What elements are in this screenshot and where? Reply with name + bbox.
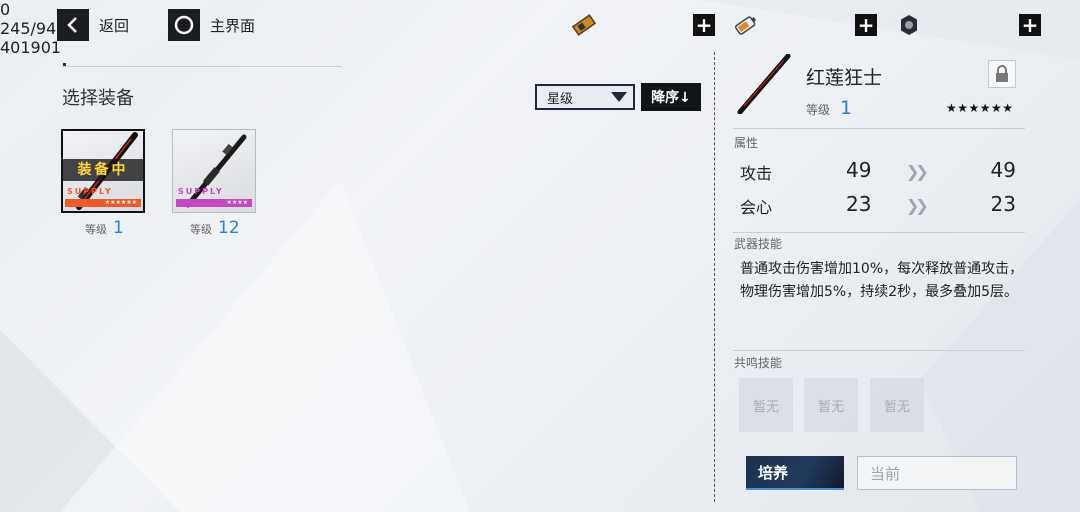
stat-name: 攻击: [740, 164, 773, 183]
lock-button[interactable]: [988, 60, 1016, 88]
weapon-level-label: 等级: [806, 103, 831, 117]
stat-next: 49: [990, 158, 1016, 182]
weapon-skill-description: 普通攻击伤害增加10%，每次释放普通攻击，物理伤害增加5%，持续2秒，最多叠加5…: [740, 261, 1024, 300]
card-level-label: 等级: [85, 223, 107, 236]
resource-coin: 401901 +: [0, 14, 1080, 57]
add-coin-button[interactable]: +: [1019, 14, 1041, 36]
supply-label: SUPPLY: [178, 187, 224, 196]
stat-next: 23: [990, 192, 1016, 216]
weapon-skill-header: 武器技能: [734, 237, 783, 251]
divider: [733, 128, 1025, 129]
equipped-badge: 装备中: [63, 159, 143, 181]
gear-coin-icon: [901, 15, 917, 35]
attributes-header: 属性: [734, 136, 759, 150]
rarity-stars: ★★★★: [176, 199, 252, 207]
equipment-card[interactable]: SUPPLY ★★★★: [172, 129, 256, 213]
equipment-card[interactable]: 装备中 SUPPLY ★★★★★★: [61, 129, 145, 213]
stat-current: 49: [846, 158, 872, 182]
weapon-portrait-icon: [737, 54, 791, 114]
weapon-name: 红莲狂士: [806, 67, 883, 89]
top-bar: 返回 主界面 0 + 245/94 + 401901 +: [0, 0, 1080, 57]
home-button[interactable]: 主界面: [168, 9, 255, 41]
dropdown-triangle-icon: [611, 92, 627, 102]
sort-order-button[interactable]: 降序↓: [641, 83, 701, 111]
resource-battery-value: 245/94: [0, 19, 57, 38]
double-chevron-icon: ❯❯: [906, 196, 929, 215]
lock-icon: [996, 65, 1008, 82]
weapon-level: 等级 1: [806, 97, 852, 119]
stat-current: 23: [846, 192, 872, 216]
double-chevron-icon: ❯❯: [906, 162, 929, 181]
back-arrow-icon: [57, 9, 89, 41]
resonance-slot: 暂无: [870, 378, 924, 432]
card-level-value: 1: [113, 218, 124, 238]
card-level: 等级 12: [190, 218, 240, 238]
home-circle-icon: [168, 9, 200, 41]
ticket-icon: [571, 14, 597, 36]
sort-select[interactable]: 星级: [535, 84, 635, 110]
resonance-slot: 暂无: [804, 378, 858, 432]
stat-row: 会心 23 ❯❯ 23: [740, 192, 1020, 220]
current-field: 当前: [857, 456, 1017, 490]
resource-coin-value: 401901: [0, 38, 62, 57]
stat-name: 会心: [740, 198, 773, 217]
resonance-skill-header: 共鸣技能: [734, 356, 783, 370]
weapon-stars: ★★★★★★: [946, 101, 1014, 115]
divider: [733, 350, 1025, 351]
card-level-value: 12: [218, 218, 240, 238]
back-button[interactable]: 返回: [57, 9, 129, 41]
resonance-slot: 暂无: [739, 378, 793, 432]
stat-row: 攻击 49 ❯❯ 49: [740, 158, 1020, 186]
sort-select-value: 星级: [547, 91, 574, 107]
weapon-level-value: 1: [840, 97, 853, 119]
add-ticket-button[interactable]: +: [693, 14, 715, 36]
battery-icon: [734, 16, 757, 35]
resource-ticket-value: 0: [0, 0, 11, 19]
card-level-label: 等级: [190, 223, 212, 236]
divider: [733, 232, 1025, 233]
add-battery-button[interactable]: +: [855, 14, 877, 36]
rarity-stars: ★★★★★★: [65, 199, 141, 207]
select-equipment-title: 选择装备: [62, 88, 134, 109]
background-decoration: [0, 0, 1080, 512]
home-label: 主界面: [210, 16, 256, 35]
section-divider: [62, 66, 342, 67]
supply-label: SUPPLY: [67, 187, 113, 196]
back-label: 返回: [99, 16, 130, 35]
train-button[interactable]: 培养: [746, 456, 844, 490]
card-level: 等级 1: [85, 218, 124, 238]
panel-separator: [714, 52, 715, 502]
